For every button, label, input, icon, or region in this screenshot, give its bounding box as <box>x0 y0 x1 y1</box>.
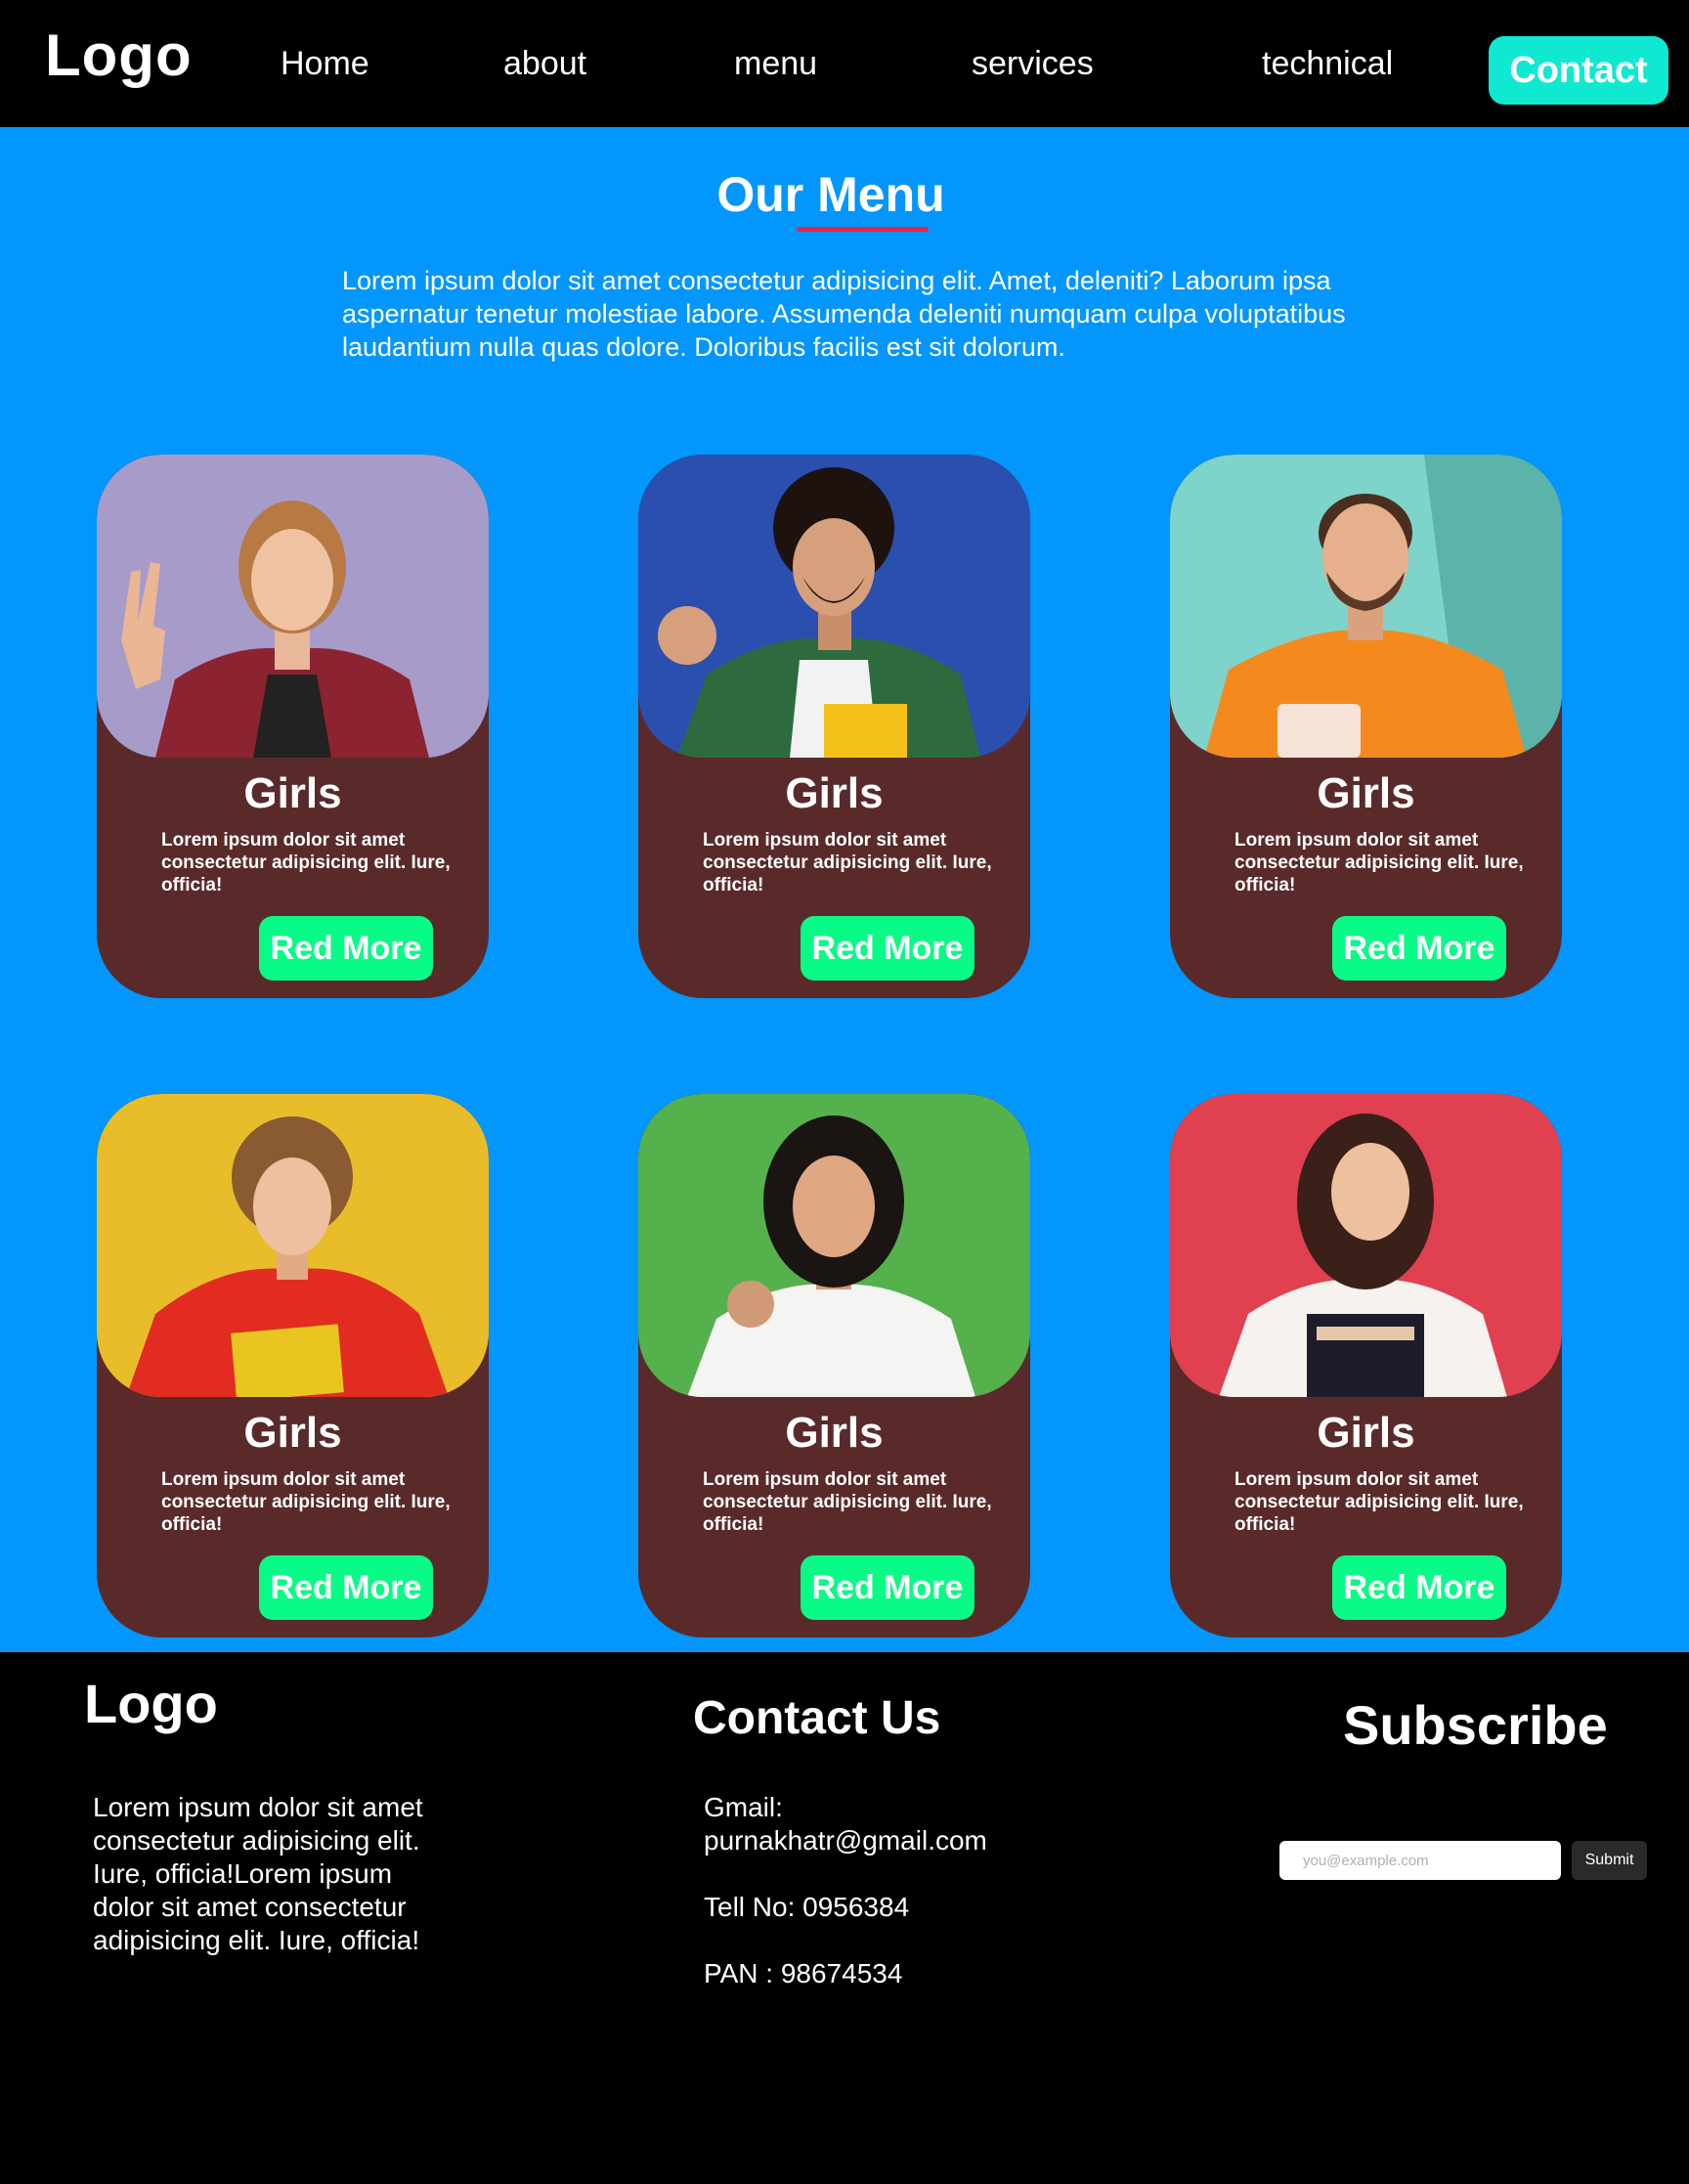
menu-card: Girls Lorem ipsum dolor sit amet consect… <box>1170 455 1562 998</box>
card-text: Lorem ipsum dolor sit amet consectetur a… <box>1234 830 1524 895</box>
card-text: Lorem ipsum dolor sit amet consectetur a… <box>161 1469 451 1535</box>
card-photo <box>97 455 489 758</box>
nav-about[interactable]: about <box>503 45 586 83</box>
card-title: Girls <box>785 1409 884 1457</box>
footer-about-text: Lorem ipsum dolor sit amet consectetur a… <box>93 1792 423 1955</box>
menu-card: Girls Lorem ipsum dolor sit amet consect… <box>638 1094 1030 1638</box>
card-text: Lorem ipsum dolor sit amet consectetur a… <box>703 1469 992 1535</box>
site-header: Logo Home about menu services technical … <box>0 0 1689 127</box>
card-photo <box>1170 455 1562 758</box>
card-photo <box>638 455 1030 758</box>
card-text: Lorem ipsum dolor sit amet consectetur a… <box>703 830 992 895</box>
subscribe-submit-button[interactable]: Submit <box>1572 1841 1647 1880</box>
read-more-button[interactable]: Red More <box>801 1555 974 1620</box>
card-title: Girls <box>243 769 342 817</box>
site-footer: Logo Lorem ipsum dolor sit amet consecte… <box>0 1652 1689 2184</box>
person-photo-icon <box>638 1094 1030 1397</box>
menu-card: Girls Lorem ipsum dolor sit amet consect… <box>1170 1094 1562 1638</box>
menu-section: Our Menu Lorem ipsum dolor sit amet cons… <box>0 127 1689 1652</box>
card-title: Girls <box>785 769 884 817</box>
nav-technical[interactable]: technical <box>1262 45 1393 83</box>
card-photo <box>97 1094 489 1397</box>
nav-services[interactable]: services <box>972 45 1094 83</box>
person-photo-icon <box>638 455 1030 758</box>
card-text: Lorem ipsum dolor sit amet consectetur a… <box>161 830 451 895</box>
person-photo-icon <box>1170 1094 1562 1397</box>
gmail-address[interactable]: purnakhatr@gmail.com <box>704 1824 987 1857</box>
person-photo-icon <box>1170 455 1562 758</box>
nav-menu[interactable]: menu <box>734 45 817 83</box>
header-logo[interactable]: Logo <box>45 22 193 89</box>
read-more-button[interactable]: Red More <box>1332 916 1506 981</box>
menu-card: Girls Lorem ipsum dolor sit amet consect… <box>638 455 1030 998</box>
menu-card: Girls Lorem ipsum dolor sit amet consect… <box>97 455 489 998</box>
tel-number: Tell No: 0956384 <box>704 1892 910 1922</box>
contact-us-title: Contact Us <box>693 1692 941 1744</box>
pan-number: PAN : 98674534 <box>704 1958 903 1988</box>
subscribe-email-input[interactable] <box>1279 1841 1561 1880</box>
card-title: Girls <box>243 1409 342 1457</box>
card-photo <box>1170 1094 1562 1397</box>
gmail-label: Gmail: <box>704 1792 783 1822</box>
card-text: Lorem ipsum dolor sit amet consectetur a… <box>1234 1469 1524 1535</box>
menu-card: Girls Lorem ipsum dolor sit amet consect… <box>97 1094 489 1638</box>
read-more-button[interactable]: Red More <box>259 916 433 981</box>
title-underline <box>797 227 929 232</box>
read-more-button[interactable]: Red More <box>1332 1555 1506 1620</box>
read-more-button[interactable]: Red More <box>259 1555 433 1620</box>
card-photo <box>638 1094 1030 1397</box>
card-title: Girls <box>1317 769 1415 817</box>
contact-button[interactable]: Contact <box>1489 36 1668 105</box>
section-intro: Lorem ipsum dolor sit amet consectetur a… <box>342 266 1346 362</box>
section-title: Our Menu <box>716 167 945 222</box>
card-title: Girls <box>1317 1409 1415 1457</box>
nav-home[interactable]: Home <box>281 45 369 83</box>
person-photo-icon <box>97 1094 489 1397</box>
read-more-button[interactable]: Red More <box>801 916 974 981</box>
person-photo-icon <box>97 455 489 758</box>
subscribe-title: Subscribe <box>1343 1694 1608 1756</box>
footer-logo[interactable]: Logo <box>84 1672 218 1735</box>
